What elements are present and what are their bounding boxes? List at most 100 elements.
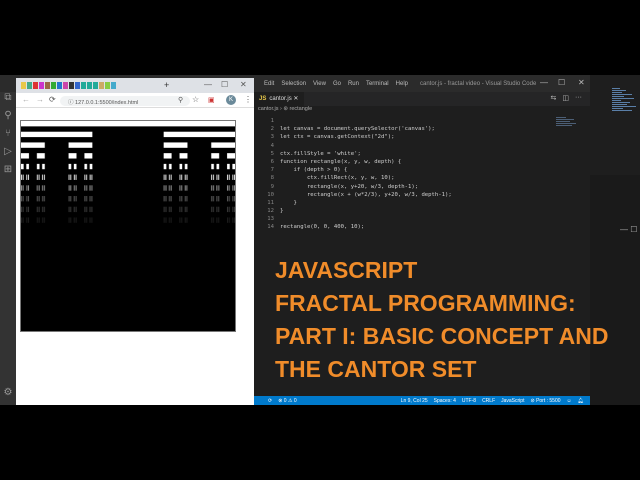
code-line[interactable]: 9 rectangle(x, y+20, w/3, depth-1); (254, 183, 590, 191)
pinned-tab-favicon[interactable] (45, 82, 50, 89)
line-number: 12 (267, 208, 274, 215)
cantor-canvas (20, 120, 236, 332)
menu-view[interactable]: View (313, 81, 326, 87)
back-icon[interactable]: ← (22, 95, 30, 104)
close-icon[interactable]: ✕ (578, 78, 585, 87)
profile-avatar[interactable]: K (226, 95, 236, 105)
cursor-position[interactable]: Ln 9, Col 25 (401, 398, 428, 404)
extension-icon[interactable]: ▣ (208, 96, 215, 104)
pinned-tab-favicon[interactable] (69, 82, 74, 89)
bg-window-controls-icon: — ☐ (620, 225, 638, 234)
line-number: 5 (270, 150, 274, 157)
pinned-tab-favicon[interactable] (81, 82, 86, 89)
code-line[interactable]: 6 function rectangle(x, y, w, depth) { (254, 158, 590, 166)
pinned-tab-favicon[interactable] (87, 82, 92, 89)
more-icon[interactable]: ··· (575, 94, 582, 102)
pinned-tab-favicon[interactable] (75, 82, 80, 89)
run-debug-icon[interactable]: ▷ (0, 146, 16, 164)
pinned-tab-favicon[interactable] (21, 82, 26, 89)
browser-maximize-icon[interactable]: ☐ (221, 80, 228, 89)
pinned-tab-favicon[interactable] (63, 82, 68, 89)
code-line[interactable]: 2 let canvas = document.querySelector('ca… (254, 125, 590, 133)
code-line[interactable]: 14 rectangle(0, 0, 400, 10); (254, 223, 590, 231)
menu-kebab-icon[interactable]: ⋮ (244, 95, 252, 104)
minimap[interactable] (556, 117, 580, 131)
pinned-tab-favicon[interactable] (111, 82, 116, 89)
menu-bar: Edit Selection View Go Run Terminal Help (264, 81, 408, 87)
line-number: 7 (270, 167, 274, 174)
pinned-tab-favicon[interactable] (27, 82, 32, 89)
menu-selection[interactable]: Selection (281, 81, 306, 87)
breadcrumb: cantor.js › ⊛ rectangle (258, 106, 313, 112)
pinned-tab-favicon[interactable] (105, 82, 110, 89)
headline-line-1: JAVASCRIPT (275, 257, 418, 283)
menu-help[interactable]: Help (396, 81, 408, 87)
code-line[interactable]: 12} (254, 207, 590, 215)
url-input[interactable]: ⓘ 127.0.0.1:5500/index.html (60, 96, 190, 106)
video-title-overlay: JAVASCRIPT FRACTAL PROGRAMMING: PART I: … (275, 254, 609, 386)
language-mode[interactable]: JavaScript (501, 398, 524, 404)
menu-edit[interactable]: Edit (264, 81, 274, 87)
pinned-tab-favicon[interactable] (39, 82, 44, 89)
code-line[interactable]: 4 (254, 142, 590, 150)
feedback-icon[interactable]: ☺ (567, 398, 572, 404)
function-icon: ⊛ (283, 106, 288, 112)
line-number: 13 (267, 216, 274, 223)
explorer-icon[interactable]: ⧉ (0, 92, 16, 110)
sync-icon[interactable]: ⟳ (268, 398, 272, 404)
pinned-tab-favicon[interactable] (33, 82, 38, 89)
live-server-port[interactable]: ⊘ Port : 5500 (530, 398, 560, 404)
minimize-icon[interactable]: — (540, 78, 548, 87)
line-number: 3 (270, 134, 274, 141)
code-line[interactable]: 3 let ctx = canvas.getContext("2d"); (254, 133, 590, 141)
line-endings[interactable]: CRLF (482, 398, 495, 404)
zoom-icon[interactable]: ⚲ (178, 96, 183, 104)
browser-tab-strip: + — ☐ ✕ (16, 78, 254, 93)
line-number: 10 (267, 191, 274, 198)
code-text: rectangle(0, 0, 400, 10); (280, 224, 365, 231)
indentation[interactable]: Spaces: 4 (434, 398, 456, 404)
split-editor-icon[interactable]: ◫ (562, 94, 569, 102)
tab-label: cantor.js (269, 96, 292, 102)
bookmark-star-icon[interactable]: ☆ (192, 95, 199, 104)
menu-terminal[interactable]: Terminal (366, 81, 389, 87)
code-text: rectangle(x, y+20, w/3, depth-1); (280, 183, 419, 190)
code-line[interactable]: 13 (254, 215, 590, 223)
line-number: 9 (270, 183, 274, 190)
encoding[interactable]: UTF-8 (462, 398, 476, 404)
settings-gear-icon[interactable]: ⚙ (0, 387, 16, 405)
compare-icon[interactable]: ⇆ (551, 94, 557, 102)
menu-go[interactable]: Go (333, 81, 341, 87)
code-line[interactable]: 1 (254, 117, 590, 125)
forward-icon[interactable]: → (36, 95, 44, 104)
code-editor[interactable]: 1 2 let canvas = document.querySelector('c… (254, 117, 590, 232)
code-line[interactable]: 10 rectangle(x + (w*2/3), y+20, w/3, dep… (254, 191, 590, 199)
pinned-tab-favicon[interactable] (99, 82, 104, 89)
code-line[interactable]: 7 if (depth > 0) { (254, 166, 590, 174)
activity-bar: ⧉ ⚲ ⑂ ▷ ⊞ ⚙ (0, 92, 16, 405)
new-tab-icon[interactable]: + (164, 80, 169, 90)
code-line[interactable]: 8 ctx.fillRect(x, y, w, 10); (254, 174, 590, 182)
code-line[interactable]: 11 } (254, 199, 590, 207)
code-line[interactable]: 5 ctx.fillStyle = 'white'; (254, 150, 590, 158)
extensions-icon[interactable]: ⊞ (0, 164, 16, 182)
breadcrumb-file[interactable]: cantor.js (258, 106, 278, 112)
menu-run[interactable]: Run (348, 81, 359, 87)
source-control-icon[interactable]: ⑂ (0, 128, 16, 146)
notifications-icon[interactable]: 🔔︎ (578, 398, 584, 404)
line-number: 6 (270, 158, 274, 165)
tab-cantor-js[interactable]: JS cantor.js ✕ (254, 92, 304, 106)
browser-minimize-icon[interactable]: — (204, 80, 212, 89)
pinned-tab-favicon[interactable] (57, 82, 62, 89)
problems-indicator[interactable]: ⊗ 0 ⚠ 0 (278, 398, 296, 404)
reload-icon[interactable]: ⟳ (49, 95, 56, 104)
pinned-tab-favicon[interactable] (93, 82, 98, 89)
tab-close-icon[interactable]: ✕ (293, 96, 298, 102)
breadcrumb-symbol[interactable]: rectangle (290, 106, 313, 112)
line-number: 2 (270, 126, 274, 133)
search-icon[interactable]: ⚲ (0, 110, 16, 128)
browser-close-icon[interactable]: ✕ (240, 80, 247, 89)
maximize-icon[interactable]: ☐ (558, 78, 565, 87)
pinned-tab-favicon[interactable] (51, 82, 56, 89)
line-number: 4 (270, 142, 274, 149)
